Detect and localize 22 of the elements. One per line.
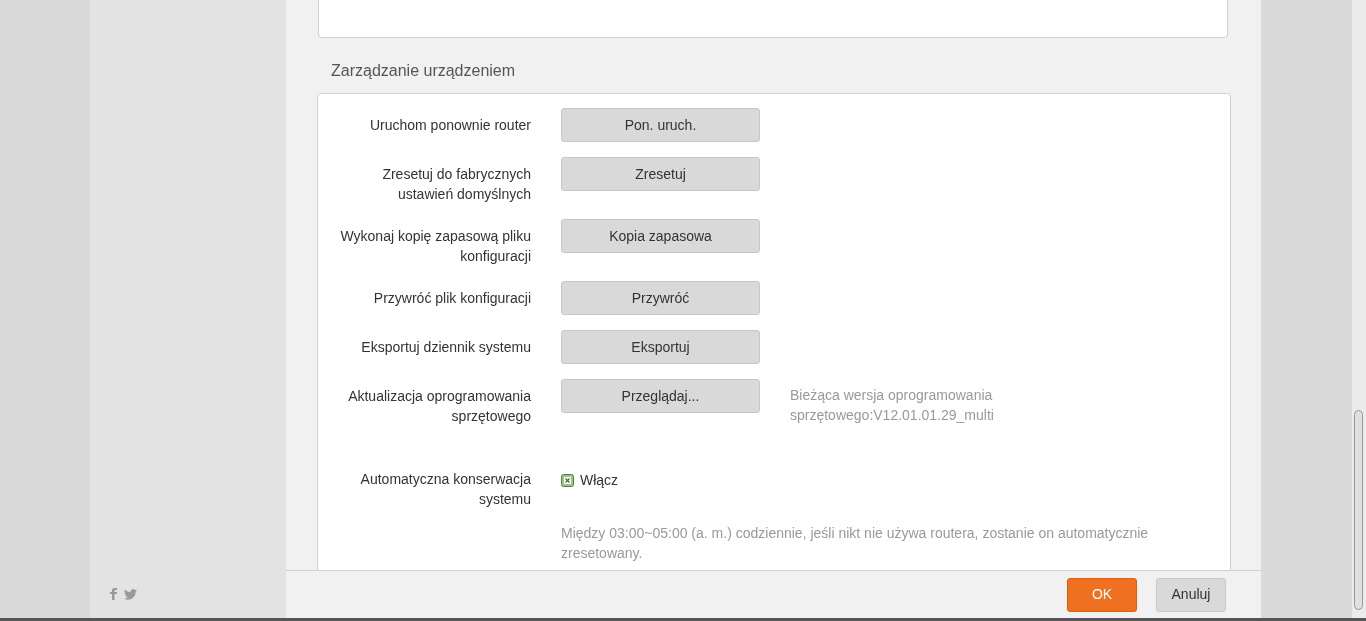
cancel-button[interactable]: Anuluj bbox=[1156, 577, 1226, 612]
checkbox[interactable] bbox=[561, 474, 574, 487]
setting-label: Aktualizacja oprogramowania sprzętowego bbox=[347, 387, 531, 426]
action-button[interactable]: Przywróć bbox=[561, 281, 760, 315]
setting-label: Wykonaj kopię zapasową pliku konfiguracji bbox=[340, 227, 531, 266]
action-button[interactable]: Pon. uruch. bbox=[561, 108, 760, 142]
setting-label: Uruchom ponownie router bbox=[368, 116, 531, 135]
firmware-version-text: Bieżąca wersja oprogramowania sprzętowego:V12.01.01.29_multi bbox=[790, 386, 995, 425]
facebook-icon[interactable] bbox=[110, 588, 117, 600]
action-button[interactable]: Eksportuj bbox=[561, 330, 760, 364]
setting-label: Automatyczna konserwacja systemu bbox=[359, 470, 531, 509]
twitter-icon[interactable] bbox=[124, 589, 137, 600]
setting-label: Eksportuj dziennik systemu bbox=[360, 338, 531, 357]
help-text: Między 03:00~05:00 (a. m.) codziennie, jeśli nikt nie używa routera, zostanie on automatycznie zresetowany. bbox=[561, 524, 1150, 563]
checkbox-label: Włącz bbox=[580, 471, 619, 490]
scrollbar-thumb[interactable] bbox=[1354, 410, 1363, 610]
action-button[interactable]: Przeglądaj... bbox=[561, 379, 760, 413]
section-title: Zarządzanie urządzeniem bbox=[331, 61, 517, 81]
setting-label: Zresetuj do fabrycznych ustawień domyślnych bbox=[381, 165, 531, 204]
action-button[interactable]: Kopia zapasowa bbox=[561, 219, 760, 253]
setting-label: Przywróć plik konfiguracji bbox=[372, 289, 531, 308]
action-button[interactable]: Zresetuj bbox=[561, 157, 760, 191]
